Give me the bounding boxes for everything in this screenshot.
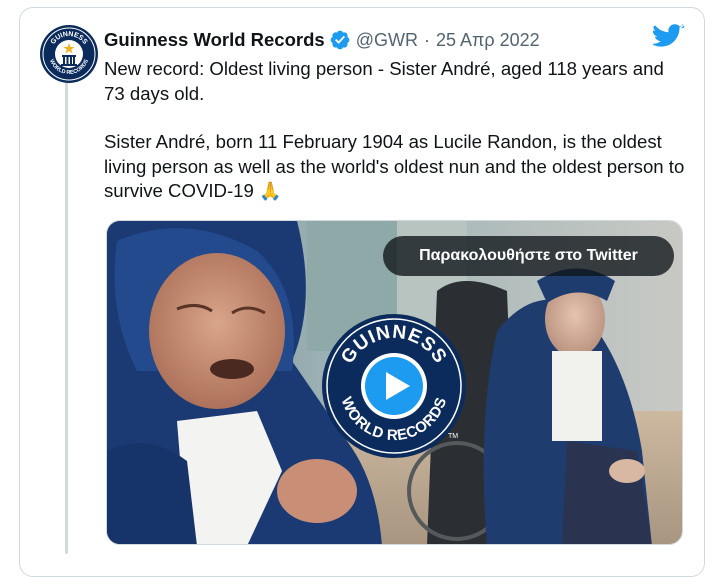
tweet-text-paragraph-2-text: Sister André, born 11 February 1904 as L…	[104, 131, 685, 201]
tweet-text-paragraph-2: Sister André, born 11 February 1904 as L…	[104, 130, 689, 204]
display-name[interactable]: Guinness World Records	[104, 29, 325, 51]
tweet-body: New record: Oldest living person - Siste…	[104, 57, 689, 204]
badge-tm: TM	[448, 433, 458, 440]
watch-on-twitter-button[interactable]: Παρακολουθήστε στο Twitter	[383, 236, 674, 276]
pray-emoji-icon: 🙏	[259, 181, 282, 201]
twitter-bird-icon[interactable]	[653, 24, 685, 51]
tweet-date[interactable]: 25 Απρ 2022	[436, 30, 540, 51]
user-handle[interactable]: @GWR	[356, 30, 418, 51]
play-video-button[interactable]: GUINNESS WORLD RECORDS TM	[320, 312, 468, 460]
gwr-avatar-icon[interactable]: GUINNESS WORLD RECORDS	[39, 24, 99, 84]
tweet-header: Guinness World Records @GWR · 25 Απρ 202…	[104, 26, 540, 54]
tweet-text-paragraph-1: New record: Oldest living person - Siste…	[104, 58, 664, 104]
verified-badge-icon	[330, 30, 350, 50]
thread-line	[65, 82, 68, 554]
separator-dot: ·	[423, 29, 430, 50]
